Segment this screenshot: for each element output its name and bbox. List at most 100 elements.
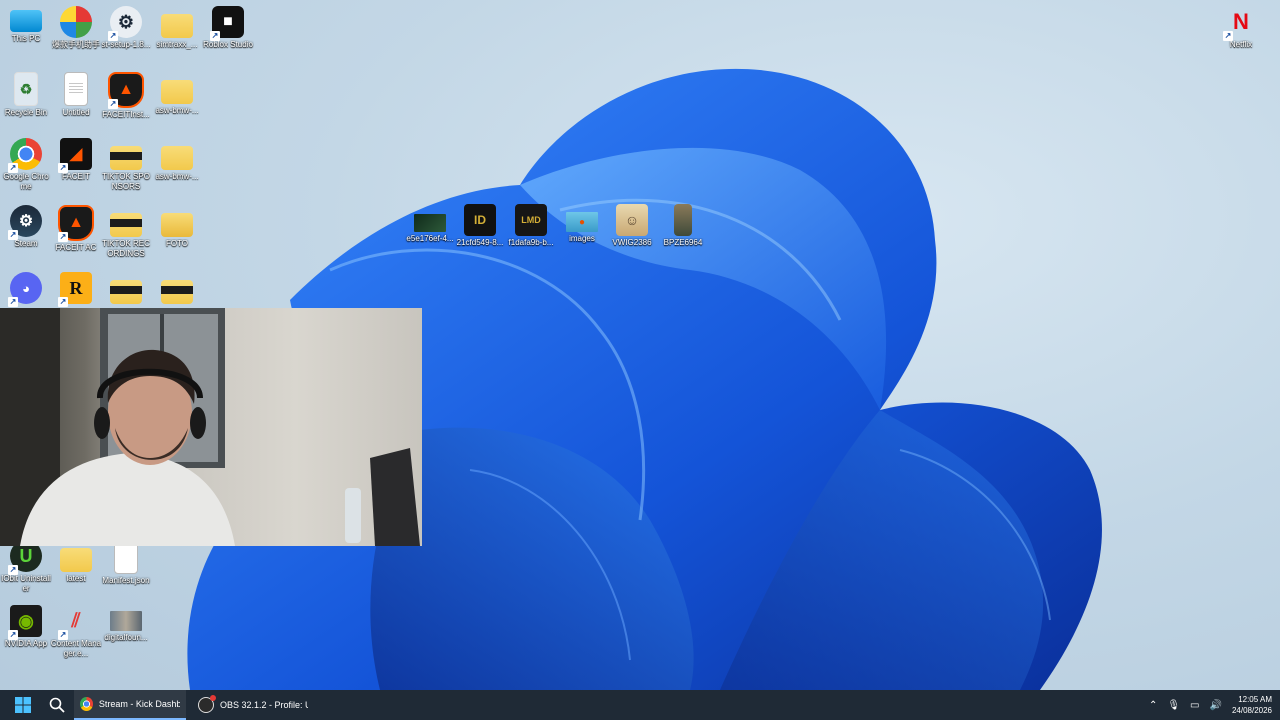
obs-icon	[198, 695, 216, 713]
chevron-up-icon[interactable]: ⌃	[1149, 700, 1157, 711]
icon-label: e5e176ef-4...	[406, 234, 454, 243]
desktop-icon-file-f1[interactable]: LMD f1dafa9b-b...	[505, 204, 557, 248]
folder-icon	[161, 213, 193, 237]
icon-label: This PC	[11, 34, 41, 43]
icon-label: IObit Uninstaller	[1, 574, 51, 593]
desktop-icon-st-setup[interactable]: ⚙ st-setup-1.8...	[100, 6, 152, 50]
search-button[interactable]	[42, 690, 72, 720]
desktop-icon-netflix[interactable]: N Netflix	[1215, 6, 1267, 50]
image-thumbnail-icon	[414, 214, 446, 232]
taskbar-app-obs[interactable]: OBS 32.1.2 - Profile: Unt	[192, 690, 316, 720]
windows-logo-icon	[15, 697, 31, 713]
desktop-icon-file-21[interactable]: ID 21cfd549-8...	[454, 204, 506, 248]
desktop-icon-faceit-ac[interactable]: ▲ FACEIT AC	[50, 205, 102, 253]
icon-label: 爆款手机助手	[52, 40, 100, 49]
icon-label: Recycle Bin	[4, 108, 48, 117]
desktop-icon-digital[interactable]: digitalfoun...	[100, 605, 152, 643]
monitor-icon	[10, 10, 42, 32]
icon-label: st-setup-1.8...	[101, 40, 151, 49]
image-thumbnail-icon: LMD	[515, 204, 547, 236]
recording-dot-icon	[210, 695, 216, 701]
desktop-icon-vwig[interactable]: ☺ VWIG2386	[606, 204, 658, 248]
folder-icon	[110, 280, 142, 304]
search-icon	[49, 697, 65, 713]
icon-label: digitalfoun...	[104, 633, 148, 642]
desktop-icon-nvidia[interactable]: ◉ NVIDIA App	[0, 605, 52, 649]
chrome-icon	[80, 697, 93, 711]
folder-icon	[161, 14, 193, 38]
desktop-icon-rockstar[interactable]: R	[50, 272, 102, 307]
folder-icon	[110, 213, 142, 237]
desktop-icon-manifest[interactable]: Manifest.json	[100, 540, 152, 586]
icon-label: Google Chrome	[3, 172, 49, 191]
webcam-overlay	[0, 308, 422, 546]
netflix-icon: N	[1223, 6, 1257, 41]
steam-setup-icon: ⚙	[108, 6, 142, 41]
start-button[interactable]	[4, 690, 42, 720]
desktop-icon-images[interactable]: ● images	[556, 204, 608, 244]
icon-label: TIKTOK SPONSORS	[102, 172, 150, 191]
icon-label: FACEITInst...	[102, 110, 150, 119]
icon-label: BPZE6964	[663, 238, 703, 247]
icon-label: asw-bmw-...	[155, 106, 199, 115]
folder-icon	[161, 80, 193, 104]
desktop-icon-iobit[interactable]: U IObit Uninstaller	[0, 540, 52, 594]
desktop-icon-discord[interactable]: ◕	[0, 272, 52, 307]
volume-icon[interactable]: 🔊	[1210, 700, 1222, 711]
desktop-icon-asw-1[interactable]: asw-bmw-...	[151, 72, 203, 116]
taskbar-app-label: Stream - Kick Dashboard	[98, 699, 180, 709]
icon-label: Manifest.json	[102, 576, 150, 585]
desktop-icon-simtraxx[interactable]: simtraxx_...	[151, 6, 203, 50]
desktop-icon-untitled[interactable]: Untitled	[50, 72, 102, 118]
taskbar: Stream - Kick Dashboard OBS 32.1.2 - Pro…	[0, 690, 1280, 720]
desktop-icon-steam[interactable]: ⚙ Steam	[0, 205, 52, 249]
faceit-ac-icon: ▲	[58, 205, 94, 242]
icon-label: FACEIT AC	[55, 243, 97, 252]
icon-label: NVIDIA App	[4, 639, 48, 648]
desktop-icon-faceit[interactable]: ◢ FACEIT	[50, 138, 102, 182]
steam-icon: ⚙	[8, 205, 42, 240]
desktop-icon-tiktok-sponsors[interactable]: TIKTOK SPONSORS	[100, 138, 152, 192]
icon-label: FOTO	[165, 239, 189, 248]
taskbar-app-chrome[interactable]: Stream - Kick Dashboard	[74, 690, 186, 720]
icon-label: simtraxx_...	[156, 40, 198, 49]
system-tray: ⌃ 🎙 ▭ 🔊 12:05 AM 24/08/2026	[1149, 690, 1272, 720]
desktop-icon-recycle-bin[interactable]: ♻ Recycle Bin	[0, 72, 52, 118]
desktop-icon-content-mgr[interactable]: ⫽ Content Manager.e...	[50, 605, 102, 659]
desktop-icon-folder-b[interactable]	[151, 272, 203, 304]
clock[interactable]: 12:05 AM 24/08/2026	[1232, 694, 1272, 716]
desktop-icon-latest[interactable]: latest	[50, 540, 102, 584]
desktop-icon-file-e5[interactable]: e5e176ef-4...	[404, 204, 456, 244]
clock-date: 24/08/2026	[1231, 706, 1272, 715]
desktop-icon-tiktok-rec[interactable]: TIKTOK RECORDINGS	[100, 205, 152, 259]
desktop-icon-folder-a[interactable]	[100, 272, 152, 304]
desktop-icon-faceit-inst[interactable]: ▲ FACEITInst...	[100, 72, 152, 120]
microphone-icon[interactable]: 🎙	[1167, 700, 1180, 711]
content-manager-icon: ⫽	[58, 605, 92, 640]
folder-icon	[161, 146, 193, 170]
desktop-icon-chrome[interactable]: Google Chrome	[0, 138, 52, 192]
icon-label: Roblox Studio	[203, 40, 253, 49]
icon-label: VWIG2386	[612, 238, 652, 247]
icon-label: Untitled	[62, 108, 90, 117]
network-icon[interactable]: ▭	[1190, 700, 1199, 711]
desktop-icon-foto[interactable]: FOTO	[151, 205, 203, 249]
faceit-icon: ◢	[58, 138, 92, 173]
image-thumbnail-icon: ☺	[616, 204, 648, 236]
desktop-icon-bpze[interactable]: BPZE6964	[657, 204, 709, 248]
nvidia-icon: ◉	[8, 605, 42, 640]
desktop-icon-asw-2[interactable]: asw-bmw-...	[151, 138, 203, 182]
desktop-icon-this-pc[interactable]: This PC	[0, 6, 52, 44]
icon-label: f1dafa9b-b...	[508, 238, 554, 247]
webcam-feed	[0, 308, 420, 546]
desktop-icon-app-cjk[interactable]: 爆款手机助手	[50, 6, 102, 50]
desktop-icon-roblox[interactable]: ■ Roblox Studio	[202, 6, 254, 50]
image-thumbnail-icon: ●	[566, 212, 598, 232]
icon-label: FACEIT	[61, 172, 90, 181]
app-logo-icon	[60, 6, 92, 38]
roblox-icon: ■	[210, 6, 244, 41]
icon-label: Netflix	[1229, 40, 1253, 49]
icon-label: 21cfd549-8...	[456, 238, 504, 247]
folder-icon	[60, 548, 92, 572]
image-thumbnail-icon: ID	[464, 204, 496, 236]
